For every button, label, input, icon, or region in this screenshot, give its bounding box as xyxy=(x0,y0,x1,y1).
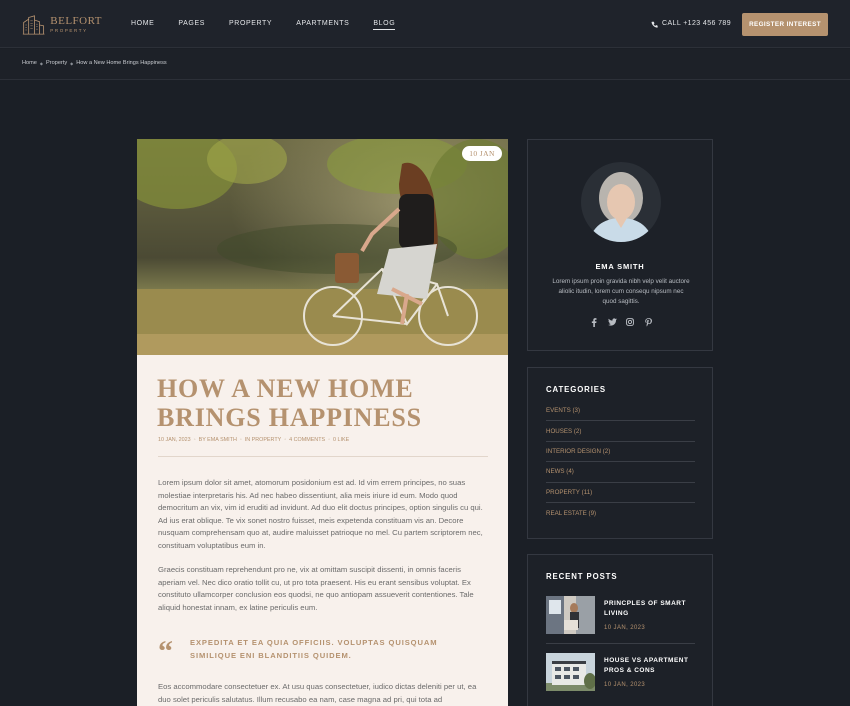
category-item[interactable]: NEWS (4) xyxy=(546,462,695,483)
site-header: BELFORT PROPERTY HOME PAGES PROPERTY APA… xyxy=(0,0,850,48)
recent-posts-divider xyxy=(546,643,695,644)
post-date-badge: 10 JAN xyxy=(462,146,502,161)
nav-apartments[interactable]: APARTMENTS xyxy=(296,19,349,30)
meta-divider xyxy=(158,456,488,457)
meta-separator-icon: ◦ xyxy=(193,437,196,443)
post-meta: 10 JAN, 2023 ◦ BY EMA SMITH ◦ IN PROPERT… xyxy=(158,437,349,443)
twitter-icon[interactable] xyxy=(607,317,617,327)
recent-post-date: 10 JAN, 2023 xyxy=(604,625,646,631)
category-item[interactable]: PROPERTY (11) xyxy=(546,483,695,503)
recent-post-thumbnail[interactable] xyxy=(546,653,595,691)
recent-post-item[interactable]: HOUSE VS APARTMENT PROS & CONS 10 JAN, 2… xyxy=(546,653,695,693)
brand-name: BELFORT xyxy=(50,15,102,27)
register-interest-button[interactable]: REGISTER INTEREST xyxy=(742,13,828,36)
nav-blog[interactable]: BLOG xyxy=(373,19,396,30)
category-count: (2) xyxy=(573,427,582,435)
post-paragraph: Lorem ipsum dolor sit amet, atomorum pos… xyxy=(158,478,483,550)
breadcrumb-separator-icon: ◆ xyxy=(70,60,74,66)
category-count: (3) xyxy=(572,407,581,415)
author-social-links xyxy=(589,317,653,327)
category-name: HOUSES xyxy=(546,427,573,435)
category-name: EVENTS xyxy=(546,407,571,415)
facebook-icon[interactable] xyxy=(589,317,599,327)
breadcrumb-separator-icon: ◆ xyxy=(39,60,43,66)
instagram-icon[interactable] xyxy=(625,317,635,327)
category-item[interactable]: HOUSES (2) xyxy=(546,421,695,442)
categories-list: EVENTS (3) HOUSES (2) INTERIOR DESIGN (2… xyxy=(546,401,695,523)
post-title: HOW A NEW HOME BRINGS HAPPINESS xyxy=(157,374,422,432)
recent-posts-card: RECENT POSTS PRINCPLES OF SMART LIVING 1… xyxy=(527,554,713,706)
meta-category[interactable]: IN PROPERTY xyxy=(245,437,281,443)
category-name: NEWS xyxy=(546,468,565,476)
author-avatar xyxy=(581,162,661,242)
recent-post-title[interactable]: PRINCPLES OF SMART LIVING xyxy=(604,599,696,619)
breadcrumb-current: How a New Home Brings Happiness xyxy=(76,60,167,66)
meta-date[interactable]: 10 JAN, 2023 xyxy=(158,437,191,443)
nav-home[interactable]: HOME xyxy=(131,19,154,30)
brand-logo[interactable]: BELFORT PROPERTY xyxy=(22,12,102,38)
phone-icon xyxy=(651,21,658,28)
post-blockquote: EXPEDITA ET EA QUIA OFFICIIS. VOLUPTAS Q… xyxy=(190,638,438,660)
pinterest-icon[interactable] xyxy=(643,317,653,327)
breadcrumb-home[interactable]: Home xyxy=(22,60,37,66)
nav-pages[interactable]: PAGES xyxy=(178,19,205,30)
phone-link[interactable]: CALL +123 456 789 xyxy=(651,19,731,29)
author-card: EMA SMITH Lorem ipsum proin gravida nibh… xyxy=(527,139,713,351)
recent-post-item[interactable]: PRINCPLES OF SMART LIVING 10 JAN, 2023 xyxy=(546,596,695,636)
breadcrumb-bar: Home ◆ Property ◆ How a New Home Brings … xyxy=(0,49,850,80)
category-item[interactable]: INTERIOR DESIGN (2) xyxy=(546,442,695,463)
recent-post-title[interactable]: HOUSE VS APARTMENT PROS & CONS xyxy=(604,656,696,676)
category-item[interactable]: REAL ESTATE (9) xyxy=(546,503,695,523)
meta-separator-icon: ◦ xyxy=(284,437,287,443)
author-name: EMA SMITH xyxy=(595,262,645,271)
meta-author[interactable]: BY EMA SMITH xyxy=(199,437,237,443)
recent-post-thumbnail[interactable] xyxy=(546,596,595,634)
quote-icon: “ xyxy=(158,635,173,668)
meta-separator-icon: ◦ xyxy=(328,437,331,443)
category-name: PROPERTY xyxy=(546,488,580,496)
post-hero-image xyxy=(137,139,508,355)
category-count: (4) xyxy=(566,468,574,476)
breadcrumb-property[interactable]: Property xyxy=(46,60,67,66)
meta-likes[interactable]: 0 LIKE xyxy=(333,437,349,443)
post-paragraph: Graecis constituam reprehendunt pro ne, … xyxy=(158,565,474,612)
brand-subtitle: PROPERTY xyxy=(50,28,88,33)
post-paragraph: Eos accommodare consectetuer ex. At usu … xyxy=(158,682,477,704)
meta-comments[interactable]: 4 COMMENTS xyxy=(289,437,325,443)
main-nav: HOME PAGES PROPERTY APARTMENTS BLOG xyxy=(131,19,419,30)
category-name: REAL ESTATE xyxy=(546,509,587,517)
category-count: (11) xyxy=(581,488,593,496)
category-count: (2) xyxy=(602,447,611,455)
category-count: (9) xyxy=(588,509,597,517)
category-name: INTERIOR DESIGN xyxy=(546,447,602,455)
nav-property[interactable]: PROPERTY xyxy=(229,19,272,30)
recent-post-date: 10 JAN, 2023 xyxy=(604,682,646,688)
meta-separator-icon: ◦ xyxy=(239,437,242,443)
breadcrumb: Home ◆ Property ◆ How a New Home Brings … xyxy=(22,60,167,66)
categories-heading: CATEGORIES xyxy=(546,385,606,394)
categories-card: CATEGORIES EVENTS (3) HOUSES (2) INTERIO… xyxy=(527,367,713,539)
building-logo-icon xyxy=(22,15,45,35)
phone-number: CALL +123 456 789 xyxy=(662,20,732,27)
category-item[interactable]: EVENTS (3) xyxy=(546,401,695,422)
recent-posts-heading: RECENT POSTS xyxy=(546,572,618,581)
author-bio: Lorem ipsum proin gravida nibh velp veli… xyxy=(552,278,690,305)
